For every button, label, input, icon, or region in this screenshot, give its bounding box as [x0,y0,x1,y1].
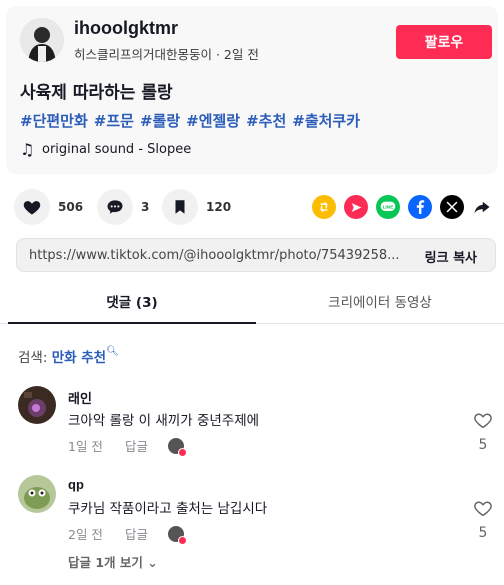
share-link-box: https://www.tiktok.com/@ihooolgktmr/phot… [16,238,496,272]
repost-icon[interactable] [312,195,336,219]
comment-like[interactable]: 5 [471,411,495,453]
author-name[interactable]: ihooolgktmr [74,18,178,39]
like-action[interactable]: 506 [14,189,83,225]
copy-link-button[interactable]: 링크 복사 [425,247,477,266]
comment-text: 쿠카님 작품이라고 출처는 남깁시다 [68,501,268,517]
creator-liked-avatar [167,437,187,457]
sound-link[interactable]: ♫ original sound - Slopee [20,140,191,159]
comment-action[interactable]: 3 [97,189,149,225]
reply-button[interactable]: 답글 [125,524,148,543]
comment-text: 크아악 롤랑 이 새끼가 중년주제에 [68,413,260,429]
comment-meta: 2일 전 답글 [68,524,187,545]
comment-meta: 1일 전 답글 [68,436,187,457]
comment-like[interactable]: 5 [471,499,495,541]
view-replies-label: 답글 1개 보기 [68,555,143,570]
share-arrow-icon[interactable] [470,195,494,219]
author-subline: 히스클리프의거대한몽둥이 · 2일 전 [74,47,259,62]
tab-comments[interactable]: 댓글 (3) [8,284,256,324]
search-icon[interactable]: 🔍︎ [106,346,119,357]
comment-like-count: 5 [478,525,488,541]
x-icon[interactable] [440,195,464,219]
hashtag-link[interactable]: #출처쿠카 [292,112,360,130]
music-note-icon: ♫ [20,140,35,159]
tab-creator-videos[interactable]: 크리에이터 동영상 [256,284,504,324]
search-prefix: 검색: [18,350,52,366]
search-suggestion: 검색: 만화 추천🔍︎ [18,346,119,366]
commenter-name[interactable]: 래인 [68,388,92,407]
save-action[interactable]: 120 [162,189,231,225]
chevron-down-icon: ⌄ [147,555,158,570]
search-query-link[interactable]: 만화 추천 [52,350,106,366]
sound-label: original sound - Slopee [42,142,192,157]
hashtag-list: #단편만화 #프문 #롤랑 #엔젤랑 #추천 #출처쿠카 [20,110,366,131]
comment-time: 2일 전 [68,527,103,542]
comment-icon[interactable] [97,189,133,225]
svg-text:LINE: LINE [383,205,394,210]
action-bar: 506 3 120 LINE [14,189,494,225]
bookmark-icon[interactable] [162,189,198,225]
view-replies-button[interactable]: 답글 1개 보기 ⌄ [68,552,158,571]
save-count: 120 [206,200,232,214]
tab-bar: 댓글 (3) 크리에이터 동영상 [0,284,504,324]
like-count: 506 [58,200,84,214]
hashtag-link[interactable]: #롤랑 [140,112,180,130]
creator-liked-avatar [167,525,187,545]
facebook-icon[interactable] [408,195,432,219]
heart-outline-icon[interactable] [473,499,493,517]
comment-count: 3 [141,200,150,214]
commenter-avatar[interactable] [18,475,56,513]
reply-button[interactable]: 답글 [125,436,148,455]
commenter-avatar[interactable] [18,386,56,424]
share-link-url[interactable]: https://www.tiktok.com/@ihooolgktmr/phot… [29,248,401,263]
line-icon[interactable]: LINE [376,195,400,219]
commenter-name[interactable]: qp [68,477,84,492]
heart-outline-icon[interactable] [473,411,493,429]
author-avatar[interactable] [20,18,64,62]
post-title: 사육제 따라하는 롤랑 [20,83,173,103]
hashtag-link[interactable]: #프문 [94,112,134,130]
send-icon[interactable] [344,195,368,219]
hashtag-link[interactable]: #단편만화 [20,112,88,130]
hashtag-link[interactable]: #엔젤랑 [186,112,240,130]
heart-badge-icon [177,447,187,457]
comment-like-count: 5 [478,437,488,453]
follow-button[interactable]: 팔로우 [396,25,492,59]
hashtag-link[interactable]: #추천 [246,112,286,130]
heart-badge-icon [177,535,187,545]
comment-time: 1일 전 [68,439,103,454]
heart-icon[interactable] [14,189,50,225]
